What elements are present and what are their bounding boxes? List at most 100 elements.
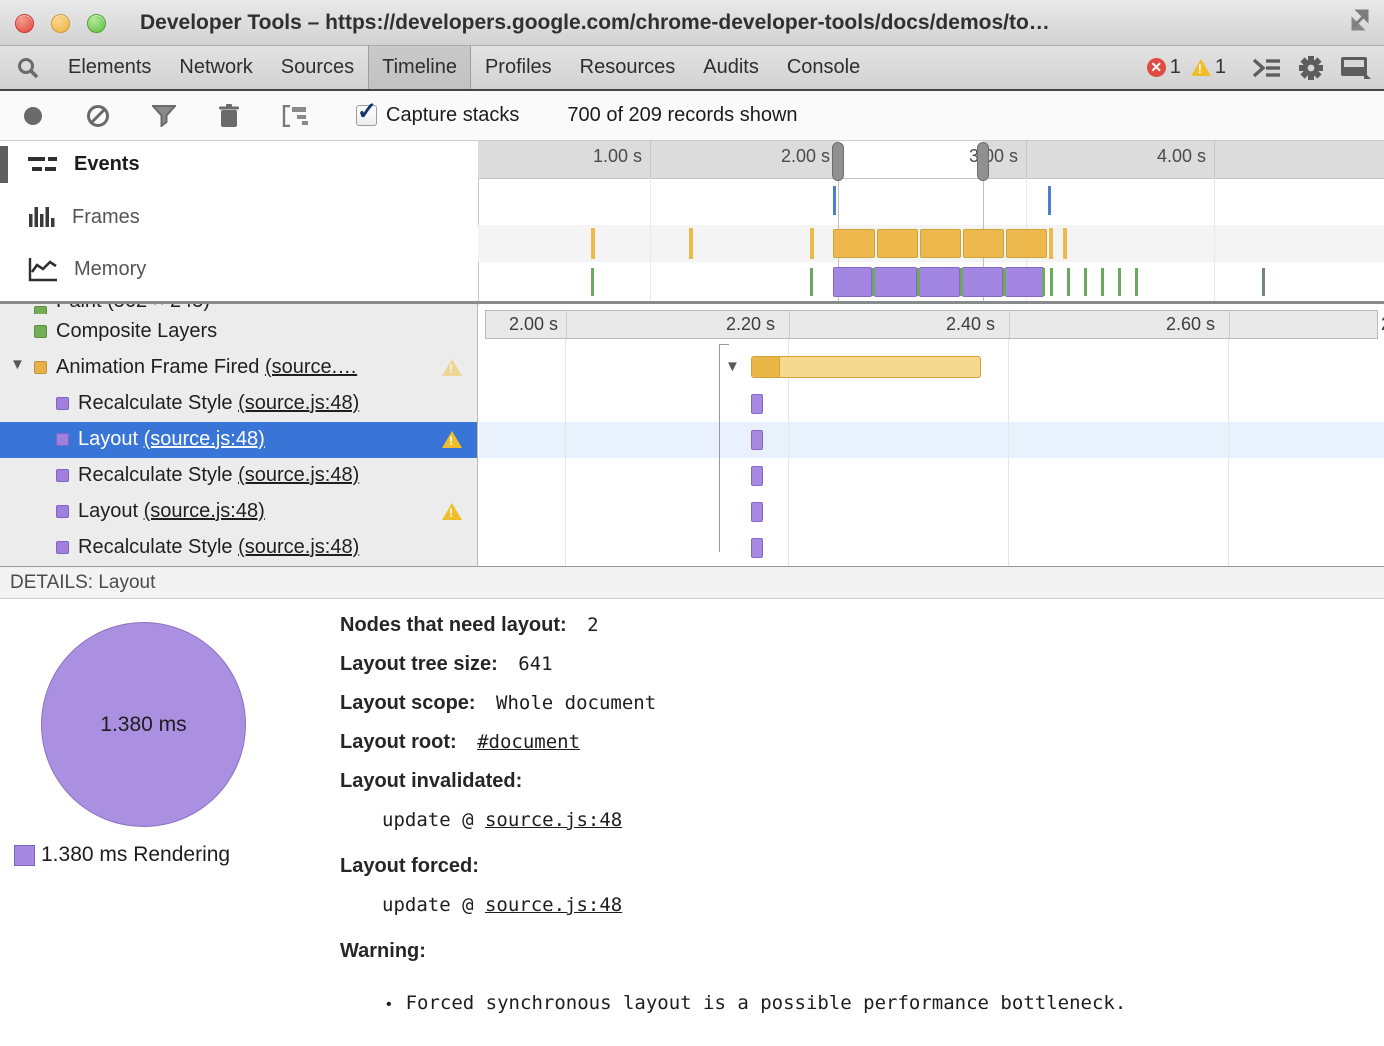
resize-fullscreen-icon[interactable] bbox=[1344, 6, 1374, 36]
record-type-swatch bbox=[34, 361, 47, 374]
warning-count[interactable]: 1 bbox=[1215, 56, 1226, 79]
flame-ruler: 2.00 s2.20 s2.40 s2.60 s2 bbox=[485, 310, 1378, 339]
gc-tick bbox=[1118, 268, 1121, 296]
gridline bbox=[565, 339, 566, 566]
source-link[interactable]: (source.js:48) bbox=[238, 464, 359, 486]
frame-bar bbox=[1006, 229, 1047, 258]
frame-tick bbox=[591, 228, 595, 259]
overview-ruler: 1.00 s2.00 s3.00 s4.00 s bbox=[478, 141, 1384, 179]
record-bar-purple[interactable] bbox=[751, 502, 763, 522]
details-header: DETAILS: Layout bbox=[0, 566, 1384, 599]
tab-profiles[interactable]: Profiles bbox=[471, 46, 566, 89]
events-icon bbox=[28, 154, 58, 176]
gc-tick bbox=[917, 268, 920, 296]
detail-label: Warning: bbox=[340, 940, 426, 962]
trash-button[interactable] bbox=[218, 104, 240, 128]
gc-tick bbox=[1003, 268, 1006, 296]
clear-button[interactable] bbox=[86, 104, 110, 128]
dock-side-icon[interactable] bbox=[1340, 56, 1372, 80]
tree-row[interactable]: Recalculate Style (source.js:48) bbox=[0, 530, 478, 566]
warning-badge-icon[interactable] bbox=[1191, 59, 1211, 76]
capture-stacks-label[interactable]: Capture stacks bbox=[386, 104, 519, 127]
memory-bar bbox=[962, 267, 1003, 297]
tab-network[interactable]: Network bbox=[165, 46, 266, 89]
frame-bar bbox=[877, 229, 918, 258]
detail-row: Layout scope: Whole document bbox=[340, 690, 1360, 718]
frame-bar bbox=[833, 229, 875, 258]
zoom-button[interactable] bbox=[87, 14, 106, 33]
ruler-separator bbox=[1009, 311, 1010, 338]
error-count[interactable]: 1 bbox=[1170, 56, 1181, 79]
frames-mode-icon[interactable] bbox=[282, 105, 312, 127]
capture-stacks-checkbox[interactable]: ✓ bbox=[356, 105, 377, 126]
source-link[interactable]: (source.js:48) bbox=[144, 428, 265, 450]
animation-frame-fired-bar[interactable] bbox=[751, 356, 981, 378]
source-link[interactable]: (source.js:48) bbox=[144, 500, 265, 522]
sidebar-item-memory[interactable]: Memory bbox=[28, 256, 146, 282]
record-bar-purple[interactable] bbox=[751, 394, 763, 414]
tab-resources[interactable]: Resources bbox=[566, 46, 690, 89]
detail-value: Whole document bbox=[496, 692, 656, 714]
record-button[interactable] bbox=[22, 105, 44, 127]
tabbar-right-controls: ✕ 1 1 bbox=[1147, 55, 1372, 81]
sidebar-item-frames[interactable]: Frames bbox=[28, 205, 140, 229]
source-link[interactable]: (source.js:48) bbox=[238, 392, 359, 414]
record-type-swatch bbox=[56, 505, 69, 518]
tree-row[interactable]: ▼Animation Frame Fired (source.… bbox=[0, 350, 478, 386]
detail-row: Warning: bbox=[340, 938, 1360, 966]
warning-icon bbox=[442, 431, 462, 448]
tabs-container: ElementsNetworkSourcesTimelineProfilesRe… bbox=[54, 46, 874, 89]
tree-row[interactable]: Layout (source.js:48) bbox=[0, 494, 478, 530]
selection-handle[interactable] bbox=[977, 142, 989, 181]
tree-row[interactable]: Recalculate Style (source.js:48) bbox=[0, 386, 478, 422]
selection-handle[interactable] bbox=[832, 142, 844, 181]
warning-icon bbox=[442, 359, 462, 376]
tab-sources[interactable]: Sources bbox=[267, 46, 368, 89]
record-title: Composite Layers bbox=[56, 320, 217, 343]
filter-button[interactable] bbox=[152, 105, 176, 127]
ruler-separator bbox=[566, 311, 567, 338]
tree-row[interactable]: Paint (562 × 245) bbox=[0, 304, 478, 314]
tree-row[interactable]: Layout (source.js:48) bbox=[0, 422, 478, 458]
ruler-separator bbox=[1229, 311, 1230, 338]
disclosure-triangle-icon[interactable]: ▼ bbox=[10, 356, 25, 373]
record-bar-purple[interactable] bbox=[751, 466, 763, 486]
console-drawer-icon[interactable] bbox=[1252, 57, 1282, 79]
tab-audits[interactable]: Audits bbox=[689, 46, 773, 89]
close-button[interactable] bbox=[15, 14, 34, 33]
frame-tick bbox=[1049, 228, 1053, 259]
pie-legend: 1.380 ms Rendering bbox=[14, 843, 230, 867]
gc-tick bbox=[1050, 268, 1053, 296]
source-link[interactable]: source.js:48 bbox=[485, 894, 622, 916]
tree-row[interactable]: Recalculate Style (source.js:48) bbox=[0, 458, 478, 494]
search-icon[interactable] bbox=[16, 56, 40, 80]
tab-console[interactable]: Console bbox=[773, 46, 874, 89]
tab-elements[interactable]: Elements bbox=[54, 46, 165, 89]
source-link[interactable]: source.js:48 bbox=[485, 809, 622, 831]
timeline-toolbar: ✓ Capture stacks 700 of 209 records show… bbox=[0, 91, 1384, 141]
record-bar-purple[interactable] bbox=[751, 430, 763, 450]
disclosure-triangle-icon[interactable]: ▼ bbox=[725, 358, 740, 375]
sidebar-item-events[interactable]: Events bbox=[28, 153, 140, 176]
event-tick bbox=[833, 186, 836, 215]
record-title: Recalculate Style (source.js:48) bbox=[78, 536, 359, 559]
source-link[interactable]: (source.… bbox=[265, 356, 357, 378]
source-link[interactable]: (source.js:48) bbox=[238, 536, 359, 558]
layout-root-link[interactable]: #document bbox=[477, 731, 580, 753]
stack-function: update @ bbox=[382, 894, 485, 916]
memory-bar bbox=[1005, 267, 1044, 297]
minimize-button[interactable] bbox=[51, 14, 70, 33]
expansion-connector-notch bbox=[719, 344, 729, 345]
record-bar-purple[interactable] bbox=[751, 538, 763, 558]
window-titlebar: Developer Tools – https://developers.goo… bbox=[0, 0, 1384, 46]
record-type-swatch bbox=[56, 541, 69, 554]
settings-gear-icon[interactable] bbox=[1298, 55, 1324, 81]
record-type-swatch bbox=[34, 306, 47, 314]
selected-item-indicator bbox=[0, 146, 8, 183]
error-badge-icon[interactable]: ✕ bbox=[1147, 58, 1166, 77]
detail-label: Nodes that need layout: bbox=[340, 614, 567, 636]
tab-timeline[interactable]: Timeline bbox=[368, 46, 471, 89]
ruler-label: 2.40 s bbox=[855, 314, 995, 335]
tree-row[interactable]: Composite Layers bbox=[0, 314, 478, 350]
memory-bar bbox=[874, 267, 917, 297]
